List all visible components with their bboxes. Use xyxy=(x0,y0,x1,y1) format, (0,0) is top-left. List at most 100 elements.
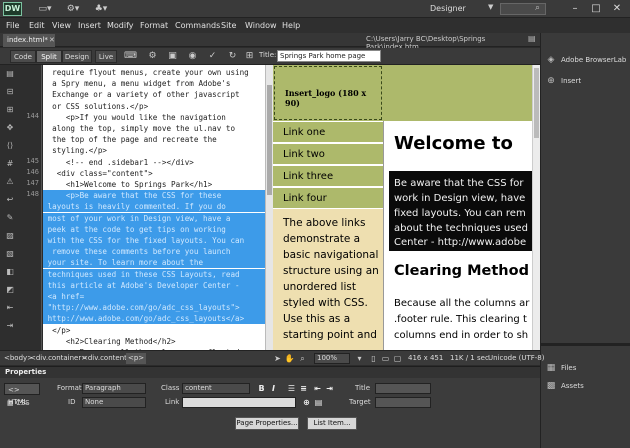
extend-gear-icon[interactable]: ⚙▾ xyxy=(62,2,84,16)
zoom-select[interactable]: 100% xyxy=(314,353,350,364)
menu-site[interactable]: Site xyxy=(221,19,236,32)
balance-braces-icon[interactable]: ⟨⟩ xyxy=(4,141,16,151)
menu-file[interactable]: File xyxy=(6,19,19,32)
list-item-button[interactable]: List Item... xyxy=(307,417,357,430)
code-line[interactable]: <h1>Welcome to Springs Park</h1> xyxy=(43,179,265,190)
nav-link-three[interactable]: Link three xyxy=(273,166,383,187)
breadcrumb-p[interactable]: <p> xyxy=(126,353,147,364)
expand-all-icon[interactable]: ⊞ xyxy=(4,105,16,115)
breadcrumb-container[interactable]: <div.container> xyxy=(30,353,87,364)
menu-help[interactable]: Help xyxy=(282,19,300,32)
code-line[interactable]: along the top, simply move the ul.nav to xyxy=(43,123,265,134)
code-line[interactable]: <p>If you would like the navigation xyxy=(43,112,265,123)
tablet-size-icon[interactable]: ▭ xyxy=(380,353,391,364)
live-code-icon[interactable]: ⌨ xyxy=(124,51,137,62)
chevron-down-icon[interactable]: ▾ xyxy=(354,353,365,364)
nav-link-one[interactable]: Link one xyxy=(273,122,383,143)
outdent-icon[interactable]: ⇤ xyxy=(312,383,323,394)
close-tab-icon[interactable]: ✕ xyxy=(49,34,55,47)
design-view-button[interactable]: Design xyxy=(62,50,92,63)
code-view[interactable]: require flyout menus, create your own us… xyxy=(43,65,265,350)
menu-insert[interactable]: Insert xyxy=(78,19,101,32)
code-view-button[interactable]: Code xyxy=(10,50,36,63)
code-line[interactable]: your site. To learn more about the xyxy=(43,257,265,269)
code-line[interactable]: this article at Adobe's Developer Center… xyxy=(43,279,265,291)
syntax-icon[interactable]: ✎ xyxy=(4,213,16,223)
code-line[interactable]: http://www.adobe.com/go/adc_css_layouts<… xyxy=(43,313,265,325)
design-scroll-thumb[interactable] xyxy=(534,68,539,138)
uncomment-icon[interactable]: ▧ xyxy=(4,249,16,259)
menu-edit[interactable]: Edit xyxy=(29,19,45,32)
window-size[interactable]: 416 x 451 xyxy=(408,354,443,362)
code-line[interactable]: <h2>Clearing Method</h2> xyxy=(43,336,265,347)
browser-preview-icon[interactable]: ◉ xyxy=(186,51,199,62)
files-panel-tab[interactable]: ▦ Files xyxy=(541,359,630,377)
inspect-icon[interactable]: ⚙ xyxy=(146,51,159,62)
site-icon[interactable]: ♣▾ xyxy=(90,2,112,16)
code-line[interactable]: <!-- end .sidebar1 --></div> xyxy=(43,157,265,168)
code-line[interactable]: <div class="content"> xyxy=(43,168,265,179)
nav-link-two[interactable]: Link two xyxy=(273,144,383,165)
code-scrollbar[interactable] xyxy=(265,65,273,350)
format-select[interactable]: Paragraph xyxy=(82,383,146,394)
code-line[interactable]: remove these comments before you launch xyxy=(43,246,265,258)
code-line[interactable]: require flyout menus, create your own us… xyxy=(43,67,265,78)
desktop-size-icon[interactable]: ▢ xyxy=(392,353,403,364)
italic-button[interactable]: I xyxy=(268,383,279,394)
point-to-file-icon[interactable]: ⊕ xyxy=(301,397,312,408)
target-select[interactable] xyxy=(375,397,431,408)
logo-placeholder[interactable]: Insert_logo (180 x 90) xyxy=(274,66,382,120)
split-view-button[interactable]: Split xyxy=(36,50,62,63)
chevron-down-icon[interactable]: ▼ xyxy=(488,3,493,11)
layout-icon[interactable]: ▭▾ xyxy=(34,2,56,16)
content-heading[interactable]: Welcome to xyxy=(394,133,513,154)
bold-button[interactable]: B xyxy=(256,383,267,394)
zoom-tool-icon[interactable]: ⌕ xyxy=(297,353,308,364)
code-line[interactable]: the top of the page and recreate the xyxy=(43,134,265,145)
open-documents-icon[interactable]: ▤ xyxy=(4,69,16,79)
comment-icon[interactable]: ▨ xyxy=(4,231,16,241)
html-mode-button[interactable]: <> HTML xyxy=(4,383,40,406)
ordered-list-icon[interactable]: ≡ xyxy=(298,383,309,394)
selected-paragraph[interactable]: Be aware that the CSS for work in Design… xyxy=(389,171,540,251)
wrap-tag-icon[interactable]: ◧ xyxy=(4,267,16,277)
css-mode-button[interactable]: ▦ CSS xyxy=(4,397,40,409)
code-line[interactable]: styling.</p> xyxy=(43,145,265,156)
document-tab[interactable]: index.html* ✕ xyxy=(3,34,55,47)
code-line[interactable]: </p> xyxy=(43,325,265,336)
sidebar-paragraph[interactable]: The above links demonstrate a basic navi… xyxy=(273,209,383,350)
code-line[interactable]: Exchange or a variety of other javascrip… xyxy=(43,89,265,100)
code-line[interactable]: layouts is heavily commented. If you do xyxy=(43,201,265,213)
refresh-icon[interactable]: ↻ xyxy=(226,51,239,62)
hand-tool-icon[interactable]: ✋ xyxy=(284,353,295,364)
design-view[interactable]: Insert_logo (180 x 90) Link one Link two… xyxy=(273,65,540,350)
menu-modify[interactable]: Modify xyxy=(107,19,134,32)
word-wrap-icon[interactable]: ↩ xyxy=(4,195,16,205)
code-line[interactable]: most of your work in Design view, have a xyxy=(43,212,265,224)
link-title-input[interactable] xyxy=(375,383,431,394)
code-line[interactable]: techniques used in these CSS Layouts, re… xyxy=(43,268,265,280)
menu-view[interactable]: View xyxy=(52,19,71,32)
highlight-invalid-icon[interactable]: ⚠ xyxy=(4,177,16,187)
design-scrollbar[interactable] xyxy=(532,65,540,350)
class-select[interactable]: content xyxy=(182,383,250,394)
nav-link-four[interactable]: Link four xyxy=(273,188,383,209)
assets-panel-tab[interactable]: ▩ Assets xyxy=(541,377,630,395)
line-numbers-icon[interactable]: # xyxy=(4,159,16,169)
browse-folder-icon[interactable]: ▤ xyxy=(313,397,324,408)
clearing-method-heading[interactable]: Clearing Method xyxy=(394,263,529,279)
insert-panel-tab[interactable]: ⊕ Insert xyxy=(541,72,630,90)
move-css-icon[interactable]: ⇤ xyxy=(4,303,16,313)
code-line[interactable]: or CSS solutions.</p> xyxy=(43,101,265,112)
workspace-switcher[interactable]: Designer xyxy=(430,3,486,15)
code-line[interactable]: a Spry menu, a menu widget from Adobe's xyxy=(43,78,265,89)
code-line[interactable]: "http://www.adobe.com/go/adc_css_layouts… xyxy=(43,302,265,314)
indent-icon[interactable]: ⇥ xyxy=(324,383,335,394)
id-select[interactable]: None xyxy=(82,397,146,408)
code-line[interactable]: <a href= xyxy=(43,291,265,302)
minimize-button[interactable]: – xyxy=(566,2,584,16)
select-tool-icon[interactable]: ➤ xyxy=(272,353,283,364)
browserlab-panel-tab[interactable]: ◈ Adobe BrowserLab xyxy=(541,51,630,69)
multiscreen-icon[interactable]: ▣ xyxy=(166,51,179,62)
collapse-tag-icon[interactable]: ⊟ xyxy=(4,87,16,97)
